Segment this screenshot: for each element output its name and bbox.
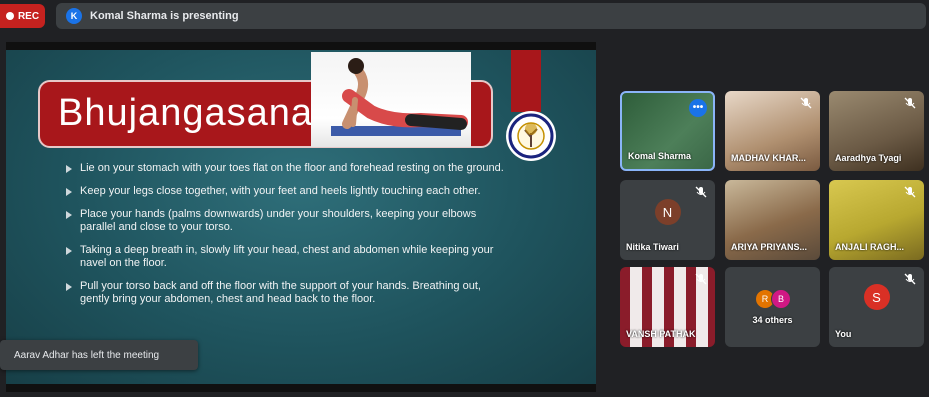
participant-tile[interactable]: Aaradhya Tyagi: [829, 91, 924, 171]
list-item: Lie on your stomach with your toes flat …: [64, 162, 504, 175]
participant-tile[interactable]: ANJALI RAGH...: [829, 180, 924, 260]
participant-name: Nitika Tiwari: [626, 242, 679, 252]
slide-title: Bhujangasana: [58, 92, 313, 134]
participant-name: 34 others: [752, 315, 793, 325]
mic-off-icon: [904, 97, 916, 109]
slide-bullet-list: Lie on your stomach with your toes flat …: [64, 162, 504, 316]
participant-tile[interactable]: ARIYA PRIYANS...: [725, 180, 820, 260]
cobra-pose-figure: [331, 58, 468, 136]
participant-name: ARIYA PRIYANS...: [731, 242, 808, 252]
more-options-icon[interactable]: •••: [689, 99, 707, 117]
list-item: Place your hands (palms downwards) under…: [64, 208, 504, 234]
participant-name: Komal Sharma: [628, 151, 692, 161]
presenting-text: Komal Sharma is presenting: [90, 10, 239, 22]
participant-name: You: [835, 329, 852, 339]
list-item: Pull your torso back and off the floor w…: [64, 280, 504, 306]
mic-off-icon: [695, 273, 707, 285]
recording-badge[interactable]: REC: [0, 4, 45, 28]
participant-name: ANJALI RAGH...: [835, 242, 905, 252]
participant-name: VANSH PATHAK: [626, 329, 696, 339]
yoga-pose-image: [311, 52, 471, 147]
participant-tile[interactable]: ••• Komal Sharma: [620, 91, 715, 171]
list-item: Taking a deep breath in, slowly lift you…: [64, 244, 504, 270]
school-logo: [506, 111, 556, 161]
rec-label: REC: [17, 10, 40, 22]
mic-off-icon: [800, 97, 812, 109]
participant-tile[interactable]: MADHAV KHAR...: [725, 91, 820, 171]
left-meeting-notification: Aarav Adhar has left the meeting: [0, 340, 198, 370]
record-dot-icon: [5, 12, 14, 20]
list-item: Keep your legs close together, with your…: [64, 185, 504, 198]
presenting-banner[interactable]: K Komal Sharma is presenting: [56, 3, 926, 29]
participant-name: Aaradhya Tyagi: [835, 153, 902, 163]
shared-slide: Bhujangasana Lie on your stomach with yo…: [6, 50, 596, 384]
slide-accent-strip: [511, 50, 541, 112]
avatar: B: [771, 289, 791, 309]
participant-tile-others[interactable]: R B 34 others: [725, 267, 820, 347]
avatar: N: [654, 199, 681, 225]
others-avatars: R B: [755, 289, 791, 309]
participant-tile[interactable]: VANSH PATHAK: [620, 267, 715, 347]
top-bar: REC K Komal Sharma is presenting: [0, 0, 929, 34]
avatar: S: [863, 284, 890, 311]
school-logo-icon: [508, 113, 554, 159]
presenter-avatar: K: [66, 8, 82, 24]
participant-tile-self[interactable]: S You: [829, 267, 924, 347]
mic-off-icon: [904, 273, 916, 285]
participant-tile[interactable]: N Nitika Tiwari: [620, 180, 715, 260]
mic-off-icon: [904, 186, 916, 198]
notification-text: Aarav Adhar has left the meeting: [14, 349, 160, 361]
participant-name: MADHAV KHAR...: [731, 153, 806, 163]
mic-off-icon: [695, 186, 707, 198]
